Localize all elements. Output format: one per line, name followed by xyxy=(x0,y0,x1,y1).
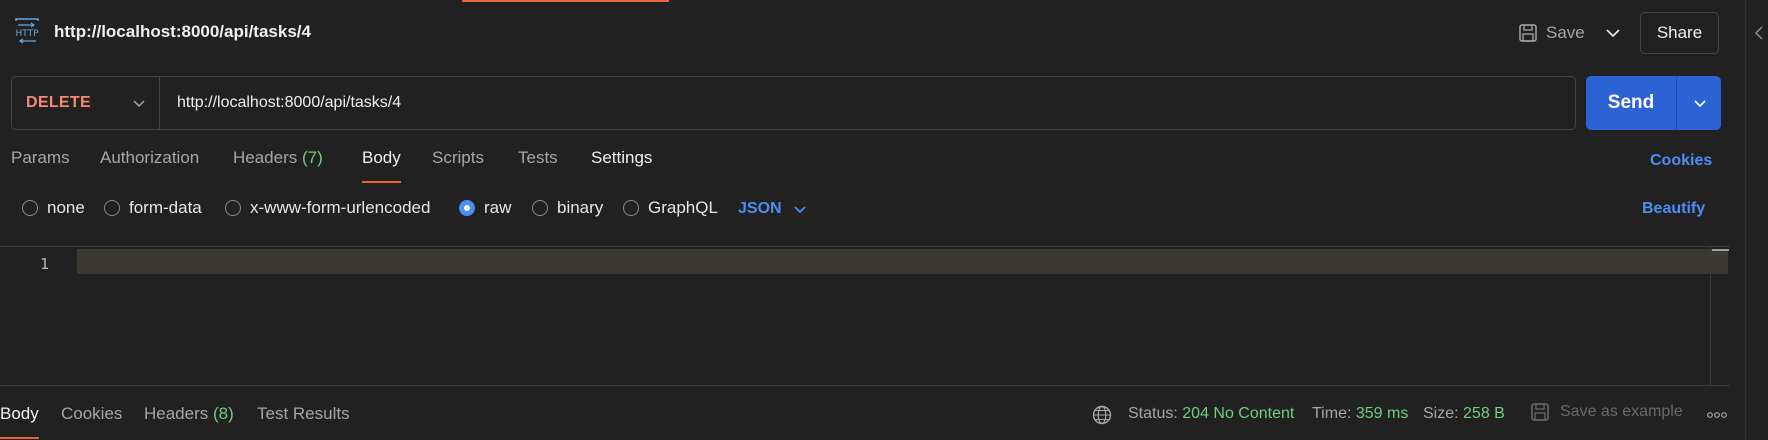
radio-none[interactable]: none xyxy=(22,198,85,218)
radio-raw[interactable]: raw xyxy=(459,198,511,218)
tab-authorization[interactable]: Authorization xyxy=(100,148,199,168)
response-tab-test-results[interactable]: Test Results xyxy=(257,404,350,424)
editor-scrollbar-thumb[interactable] xyxy=(1712,249,1729,251)
method-selector[interactable]: DELETE xyxy=(26,94,91,112)
tab-settings[interactable]: Settings xyxy=(591,148,652,168)
more-icon[interactable] xyxy=(1706,410,1728,420)
beautify-button[interactable]: Beautify xyxy=(1642,200,1705,218)
size-readout: Size: 258 B xyxy=(1423,405,1505,422)
radio-checked-icon xyxy=(459,200,475,216)
format-select[interactable]: JSON xyxy=(738,200,808,218)
headers-count: (7) xyxy=(302,148,323,167)
active-line[interactable] xyxy=(77,249,1728,274)
send-split-divider xyxy=(1676,76,1677,130)
request-header: HTTP http://localhost:8000/api/tasks/4 S… xyxy=(0,0,1745,66)
radio-icon xyxy=(104,200,120,216)
radio-icon xyxy=(22,200,38,216)
globe-icon[interactable] xyxy=(1091,404,1113,426)
radio-binary[interactable]: binary xyxy=(532,198,603,218)
share-button[interactable]: Share xyxy=(1640,12,1719,54)
cookies-link[interactable]: Cookies xyxy=(1650,152,1712,170)
radio-form-data[interactable]: form-data xyxy=(104,198,202,218)
http-icon: HTTP xyxy=(15,18,39,44)
response-tab-headers[interactable]: Headers (8) xyxy=(144,404,234,424)
save-label: Save xyxy=(1546,23,1585,42)
response-tab-cookies[interactable]: Cookies xyxy=(61,404,122,424)
save-icon xyxy=(1531,403,1549,421)
radio-graphql[interactable]: GraphQL xyxy=(623,198,718,218)
radio-x-www-form-urlencoded[interactable]: x-www-form-urlencoded xyxy=(225,198,430,218)
chevron-down-icon xyxy=(793,206,806,214)
radio-icon xyxy=(532,200,548,216)
tab-params[interactable]: Params xyxy=(11,148,70,168)
line-number: 1 xyxy=(40,255,50,273)
response-tab-body[interactable]: Body xyxy=(0,404,39,439)
chevron-down-icon[interactable] xyxy=(1600,20,1626,46)
tab-body[interactable]: Body xyxy=(362,148,401,183)
tab-headers[interactable]: Headers (7) xyxy=(233,148,323,168)
time-readout: Time: 359 ms xyxy=(1312,405,1409,422)
url-input[interactable]: http://localhost:8000/api/tasks/4 xyxy=(177,94,401,112)
url-bar: DELETE http://localhost:8000/api/tasks/4 xyxy=(11,76,1576,130)
save-icon xyxy=(1519,24,1537,42)
chevron-left-icon[interactable] xyxy=(1752,24,1766,42)
size-value[interactable]: 258 B xyxy=(1463,405,1505,422)
send-button[interactable]: Send xyxy=(1586,76,1721,130)
send-label[interactable]: Send xyxy=(1586,76,1676,130)
request-title[interactable]: http://localhost:8000/api/tasks/4 xyxy=(54,22,311,42)
status-readout: Status: 204 No Content xyxy=(1128,405,1295,422)
chevron-down-icon[interactable] xyxy=(1690,93,1710,113)
response-bar: Body Cookies Headers (8) Test Results St… xyxy=(0,394,1745,440)
chevron-down-icon[interactable] xyxy=(130,94,148,112)
radio-icon xyxy=(623,200,639,216)
svg-text:HTTP: HTTP xyxy=(15,29,39,39)
tab-tests[interactable]: Tests xyxy=(518,148,558,168)
url-divider xyxy=(159,77,160,129)
editor-scrollbar-track[interactable] xyxy=(1710,247,1711,385)
save-button[interactable]: Save xyxy=(1518,18,1585,48)
status-value[interactable]: 204 No Content xyxy=(1182,405,1294,422)
tab-scripts[interactable]: Scripts xyxy=(432,148,484,168)
radio-icon xyxy=(225,200,241,216)
right-panel-divider xyxy=(1745,0,1746,440)
time-value[interactable]: 359 ms xyxy=(1356,405,1408,422)
response-headers-count: (8) xyxy=(213,404,234,423)
save-as-example-button[interactable]: Save as example xyxy=(1530,402,1683,422)
body-editor[interactable]: 1 xyxy=(0,246,1730,386)
